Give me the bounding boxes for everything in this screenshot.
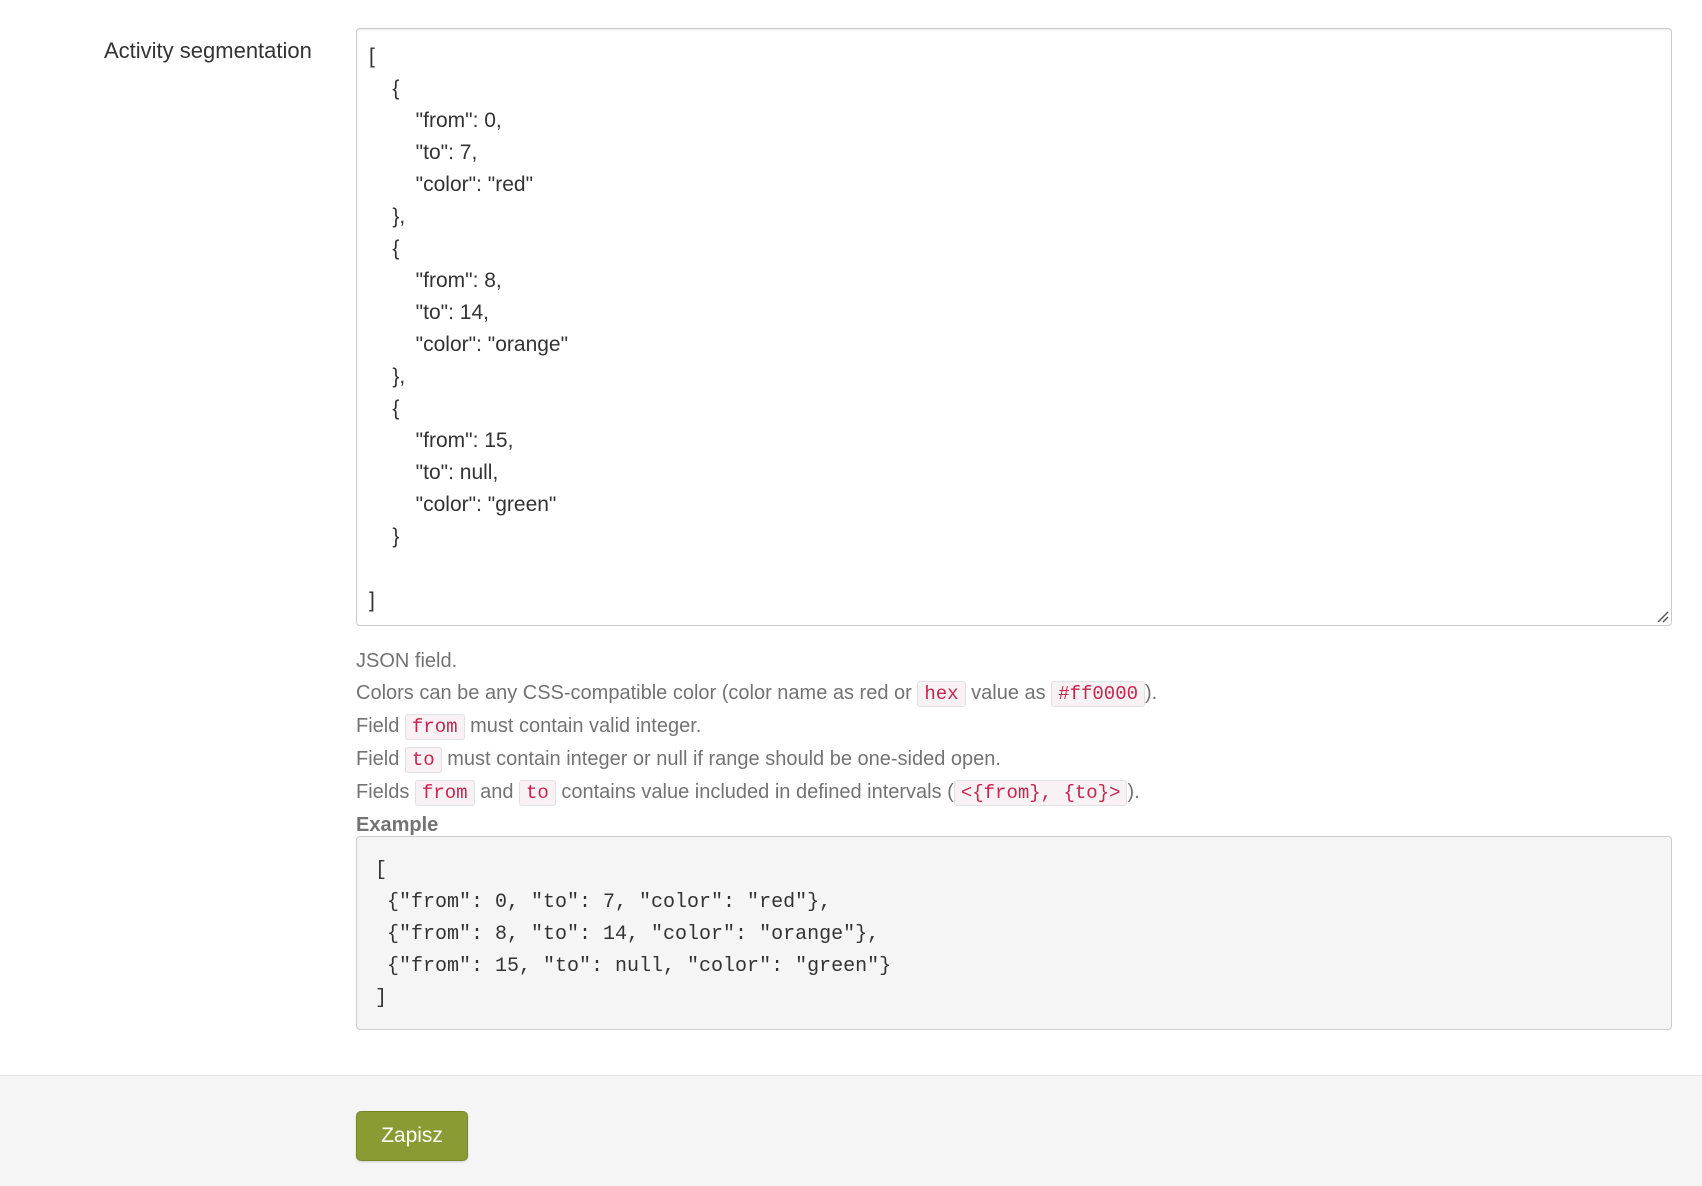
help-text: ). xyxy=(1145,682,1158,704)
help-text: ). xyxy=(1127,781,1140,803)
help-text: Field xyxy=(356,715,405,737)
code-from: from xyxy=(404,714,465,740)
code-to: to xyxy=(404,747,442,773)
help-block: JSON field. Colors can be any CSS-compat… xyxy=(356,645,1672,841)
help-text: Fields xyxy=(356,781,415,803)
activity-segmentation-textarea[interactable]: [ { "from": 0, "to": 7, "color": "red" }… xyxy=(357,29,1671,625)
code-color-example: #ff0000 xyxy=(1051,681,1146,707)
help-line-from: Field from must contain valid integer. xyxy=(356,710,1672,743)
help-text: Field xyxy=(356,748,405,770)
help-text: Colors can be any CSS-compatible color (… xyxy=(356,682,918,704)
save-button[interactable]: Zapisz xyxy=(356,1111,468,1161)
field-label: Activity segmentation xyxy=(104,38,312,63)
help-text: must contain integer or null if range sh… xyxy=(441,748,1001,770)
help-text: contains value included in defined inter… xyxy=(555,781,954,803)
help-text: must contain valid integer. xyxy=(464,715,702,737)
example-code-block: [ {"from": 0, "to": 7, "color": "red"}, … xyxy=(356,836,1672,1030)
form-group-activity-segmentation: Activity segmentation [ { "from": 0, "to… xyxy=(0,0,1702,1073)
help-line-to: Field to must contain integer or null if… xyxy=(356,743,1672,776)
resize-handle-icon[interactable] xyxy=(1655,609,1669,623)
code-interval: <{from}, {to}> xyxy=(953,780,1128,806)
code-to: to xyxy=(519,780,556,806)
help-line-json: JSON field. xyxy=(356,650,458,672)
help-text: value as xyxy=(965,682,1052,704)
help-line-colors: Colors can be any CSS-compatible color (… xyxy=(356,677,1672,710)
json-textarea-container: [ { "from": 0, "to": 7, "color": "red" }… xyxy=(356,28,1672,626)
code-hex: hex xyxy=(917,681,966,707)
form-actions-bar: Zapisz xyxy=(0,1075,1702,1186)
code-from: from xyxy=(414,780,475,806)
help-line-intervals: Fields from and to contains value includ… xyxy=(356,776,1672,809)
help-text: and xyxy=(474,781,519,803)
settings-page: Activity segmentation [ { "from": 0, "to… xyxy=(0,0,1702,1186)
